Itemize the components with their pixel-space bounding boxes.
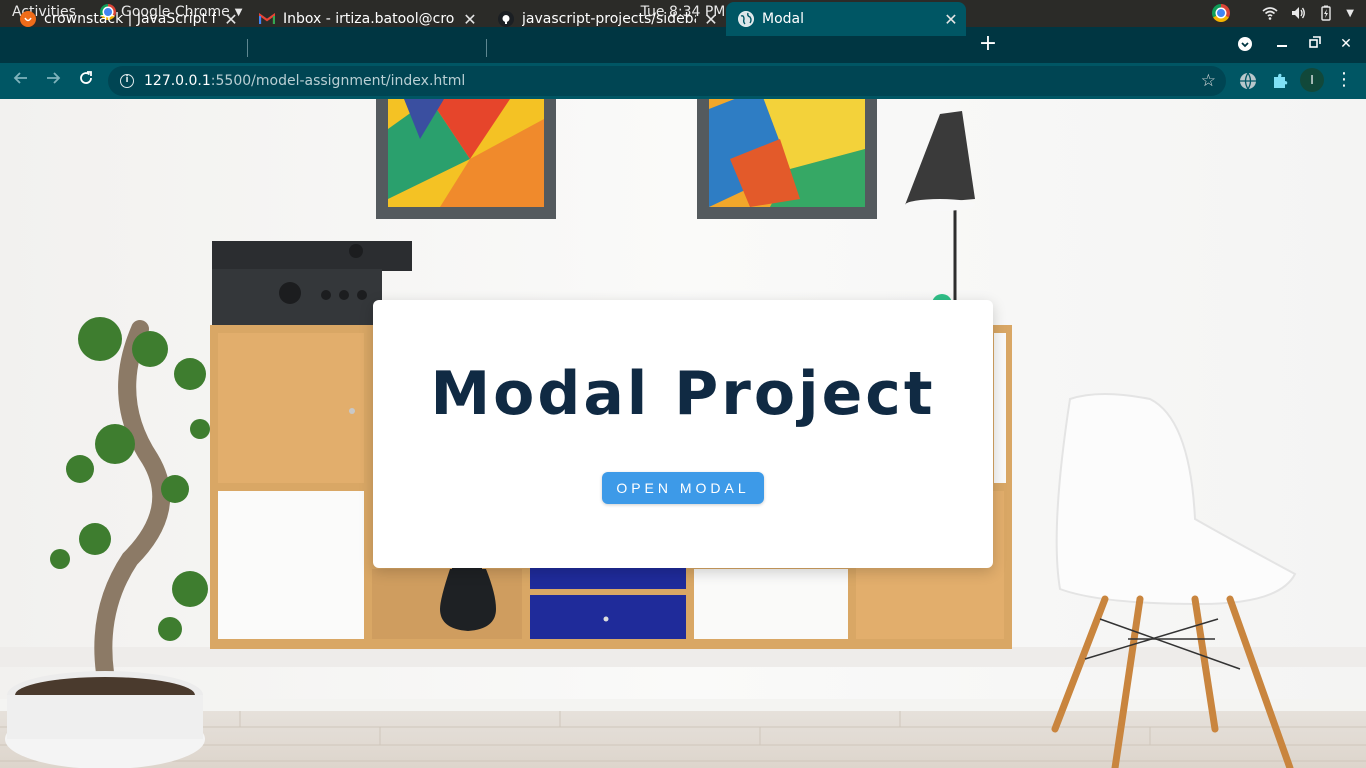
reload-button[interactable] [73,68,99,94]
reload-icon [80,71,92,84]
system-tray[interactable]: ▼ [1212,2,1354,24]
tab-title: Inbox - irtiza.batool@crow [283,11,455,27]
github-icon [498,11,514,27]
back-button[interactable] [8,68,34,94]
tab-inbox[interactable]: Inbox - irtiza.batool@crow ✕ [239,2,485,36]
profile-avatar[interactable]: I [1300,68,1324,92]
tab-crownstack[interactable]: crownstack | JavaScript fo ✕ [0,2,246,36]
restore-icon [1309,36,1321,48]
page-title: Modal Project [430,359,936,429]
chevron-down-circle-icon [1238,37,1252,51]
new-tab-button[interactable]: + [978,32,998,56]
page-viewport: Modal Project OPEN MODAL [0,99,1366,768]
close-tab-icon[interactable]: ✕ [461,10,479,29]
url-host: 127.0.0.1 [144,73,211,89]
tab-title: Modal [762,11,804,27]
minimize-icon [1277,45,1287,47]
wifi-icon [1262,7,1278,20]
system-menu-chevron-icon[interactable]: ▼ [1346,8,1354,19]
arrow-right-icon [47,72,61,84]
close-tab-icon[interactable]: ✕ [702,10,720,29]
forward-button[interactable] [40,68,66,94]
tab-search-button[interactable] [1233,32,1257,56]
arrow-left-icon [13,72,27,84]
close-icon: ✕ [1340,36,1352,52]
tab-divider [247,39,248,57]
minimize-button[interactable] [1270,32,1294,56]
battery-icon [1321,5,1331,21]
tab-title: javascript-projects/sideba [522,11,696,27]
tab-divider [486,39,487,57]
address-bar[interactable]: i 127.0.0.1:5500/model-assignment/index.… [108,66,1226,96]
browser-toolbar: i 127.0.0.1:5500/model-assignment/index.… [0,63,1366,99]
tab-title: crownstack | JavaScript fo [44,11,216,27]
translate-globe-icon[interactable] [1238,71,1258,91]
close-tab-icon[interactable]: ✕ [222,10,240,29]
hero-card: Modal Project OPEN MODAL [373,300,993,568]
close-window-button[interactable]: ✕ [1334,32,1358,56]
crownstack-icon [20,11,36,27]
site-info-icon[interactable]: i [120,74,134,88]
extensions-puzzle-icon[interactable] [1270,71,1290,91]
globe-icon [738,11,754,27]
tab-modal[interactable]: Modal ✕ [726,2,966,36]
bookmark-star-icon[interactable]: ☆ [1201,71,1216,91]
tab-javascript-projects[interactable]: javascript-projects/sideba ✕ [478,2,726,36]
more-menu-icon[interactable]: ⋮ [1335,68,1353,92]
url-path: :5500/model-assignment/index.html [210,73,466,89]
close-tab-icon[interactable]: ✕ [942,10,960,29]
open-modal-button[interactable]: OPEN MODAL [602,472,764,504]
chrome-tray-icon[interactable] [1212,4,1231,22]
gmail-icon [259,11,275,27]
restore-button[interactable] [1303,32,1327,56]
volume-icon [1292,7,1306,19]
